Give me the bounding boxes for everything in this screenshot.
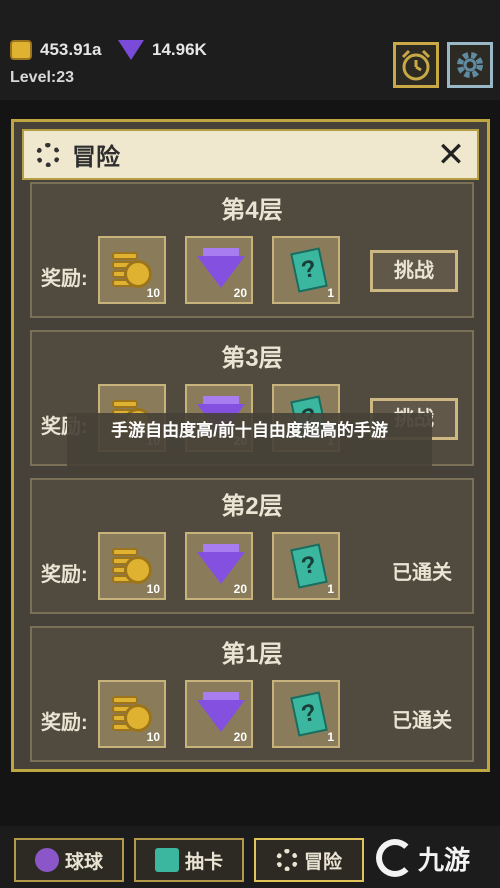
level-label: Level:23: [10, 69, 75, 86]
gem-value: 14.96K: [152, 40, 207, 59]
card-icon: [154, 848, 179, 872]
floor-card: 第1层 奖励: 10 20 ? 1 已通关: [30, 626, 474, 762]
tab-adventure[interactable]: 冒险: [254, 838, 364, 882]
dialog-header: 冒险 ✕: [22, 129, 479, 180]
card-reward-slot: ? 1: [272, 680, 340, 748]
watermark-text: 九游: [418, 844, 471, 875]
floor-card: 第4层 奖励: 10 20 ? 1 挑战: [30, 182, 474, 318]
gear-icon: [275, 849, 298, 871]
floor-title: 第4层: [221, 197, 283, 224]
settings-button[interactable]: [447, 42, 493, 88]
coin-value: 453.91a: [40, 40, 102, 59]
article-title-banner: 手游自由度高/前十自由度超高的手游: [67, 413, 432, 475]
banner-text: 手游自由度高/前十自由度超高的手游: [111, 421, 388, 440]
card-reward-slot: ? 1: [272, 236, 340, 304]
floor-title: 第3层: [221, 345, 283, 372]
alarm-clock-icon: [401, 49, 431, 81]
cleared-status: 已通关: [392, 562, 452, 584]
tab-label: 球球: [64, 851, 103, 873]
gem-counter: 14.96K: [118, 40, 207, 60]
mystery-card-icon: ?: [290, 691, 328, 737]
coin-counter: 453.91a: [10, 40, 101, 60]
coin-stack-icon: [112, 548, 152, 584]
coin-reward-slot: 10: [98, 532, 166, 600]
alarm-clock-button[interactable]: [393, 42, 439, 88]
coin-reward-slot: 10: [98, 236, 166, 304]
card-reward-slot: ? 1: [272, 532, 340, 600]
challenge-button[interactable]: 挑战: [370, 250, 458, 292]
jiuyou-watermark: 九游: [376, 832, 486, 884]
coin-stack-icon: [112, 252, 152, 288]
gear-icon: [457, 52, 483, 78]
gem-reward-slot: 20: [185, 236, 253, 304]
floor-card: 第2层 奖励: 10 20 ? 1 已通关: [30, 478, 474, 614]
close-button[interactable]: ✕: [433, 137, 469, 173]
reward-count: 1: [327, 286, 334, 300]
tab-ball[interactable]: 球球: [14, 838, 124, 882]
reward-label: 奖励:: [41, 268, 88, 290]
gem-icon: [118, 40, 144, 60]
cleared-status: 已通关: [392, 710, 452, 732]
gem-reward-slot: 20: [185, 680, 253, 748]
dialog-title: 冒险: [72, 144, 120, 171]
tab-draw-card[interactable]: 抽卡: [134, 838, 244, 882]
reward-count: 20: [233, 582, 247, 596]
floor-title: 第1层: [221, 641, 283, 668]
reward-label: 奖励:: [41, 564, 88, 586]
coin-reward-slot: 10: [98, 680, 166, 748]
reward-count: 10: [146, 582, 160, 596]
gem-reward-slot: 20: [185, 532, 253, 600]
tab-label: 冒险: [303, 851, 342, 873]
coin-stack-icon: [112, 696, 152, 732]
mystery-card-icon: ?: [290, 543, 328, 589]
reward-count: 10: [146, 730, 160, 744]
reward-count: 20: [233, 730, 247, 744]
reward-label: 奖励:: [41, 712, 88, 734]
ball-icon: [34, 848, 59, 872]
mystery-card-icon: ?: [290, 247, 328, 293]
reward-count: 1: [327, 582, 334, 596]
gear-icon: [36, 142, 60, 167]
coin-icon: [10, 40, 32, 60]
tab-label: 抽卡: [184, 851, 223, 873]
reward-count: 10: [146, 286, 160, 300]
floor-title: 第2层: [221, 493, 283, 520]
reward-count: 1: [327, 730, 334, 744]
reward-count: 20: [233, 286, 247, 300]
jiuyou-logo-icon: [376, 839, 414, 877]
